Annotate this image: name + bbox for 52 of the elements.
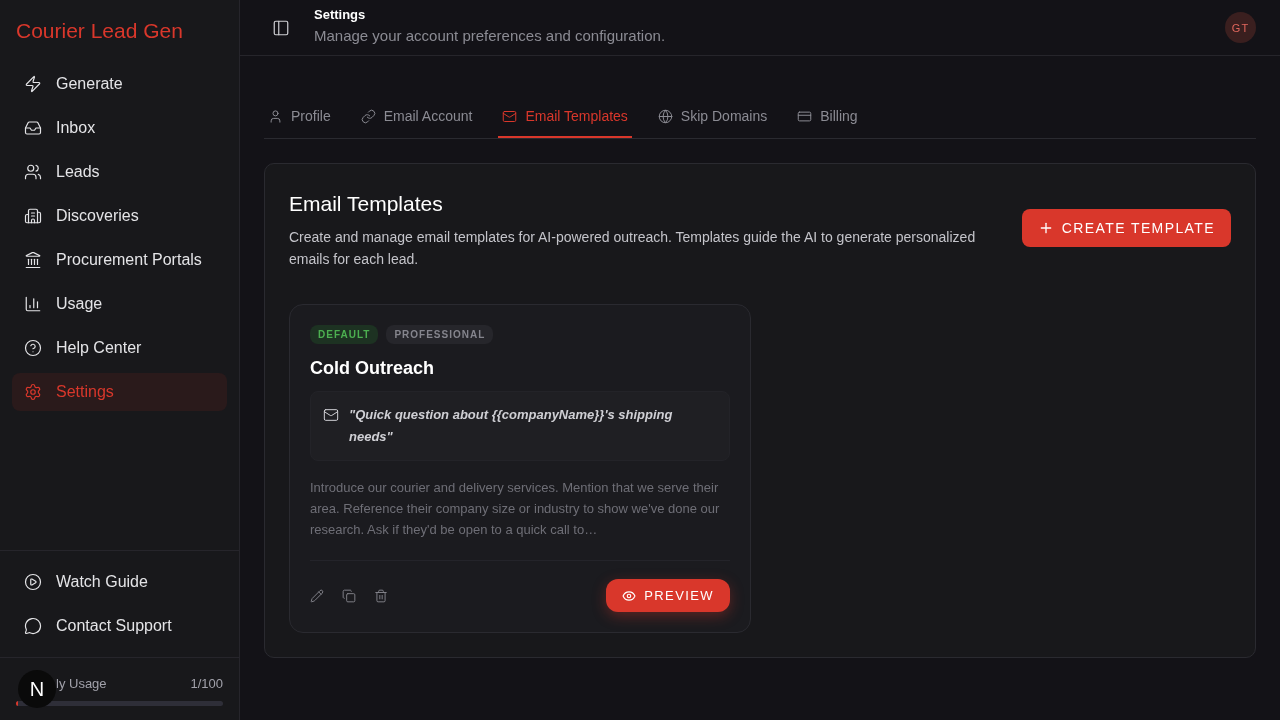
sidebar-item[interactable]: Contact Support [12, 607, 227, 645]
usage-label: ly Usage [56, 676, 107, 691]
globe-icon [657, 108, 673, 124]
panel-description: Create and manage email templates for AI-powered outreach. Templates guide the AI to generate personalized emails for each lead. [289, 228, 977, 269]
play-icon [24, 573, 42, 591]
copy-button[interactable] [342, 588, 356, 603]
sidebar-item[interactable]: Discoveries [12, 197, 227, 235]
template-subject: "Quick question about {{companyName}}'s shipping needs" [349, 406, 674, 446]
sidebar-item[interactable]: Help Center [12, 329, 227, 367]
credit-card-icon [797, 108, 813, 124]
building-icon [24, 207, 42, 225]
settings-tab[interactable]: Profile [264, 100, 335, 138]
settings-tab[interactable]: Email Account [356, 100, 477, 138]
sidebar-item[interactable]: Inbox [12, 109, 227, 147]
dev-badge[interactable]: N [18, 670, 56, 708]
link-icon [360, 108, 376, 124]
sidebar-toggle-button[interactable] [272, 18, 290, 37]
sidebar-item[interactable]: Settings [12, 373, 227, 411]
template-tag: PROFESSIONAL [386, 325, 494, 344]
delete-button[interactable] [374, 588, 388, 603]
mail-icon [323, 407, 339, 423]
lightning-icon [24, 75, 42, 93]
bank-icon [24, 251, 42, 269]
users-icon [24, 163, 42, 181]
eye-icon [622, 588, 637, 603]
template-body: Introduce our courier and delivery services. Mention that we serve their area. Reference their company size or industry to show we've done our research. Ask if they'd be open to a quick call to… [310, 477, 730, 561]
template-tag: DEFAULT [310, 325, 379, 344]
user-avatar[interactable]: GT [1225, 12, 1256, 43]
chat-bubble-icon [24, 617, 42, 635]
mail-icon [502, 108, 518, 124]
template-name: Cold Outreach [310, 358, 435, 379]
settings-icon [24, 383, 42, 401]
settings-tab[interactable]: Skip Domains [653, 100, 772, 138]
help-icon [24, 339, 42, 357]
settings-tab[interactable]: Billing [793, 100, 862, 138]
page-subtitle: Manage your account preferences and configuration. [314, 27, 667, 44]
sidebar-item[interactable]: Generate [12, 65, 227, 103]
sidebar-item[interactable]: Watch Guide [12, 563, 227, 601]
inbox-icon [24, 119, 42, 137]
sidebar-item[interactable]: Procurement Portals [12, 241, 227, 279]
bar-chart-icon [24, 295, 42, 313]
settings-tab[interactable]: Email Templates [498, 100, 632, 138]
page-title: Settings [314, 7, 367, 22]
usage-count: 1/100 [190, 676, 223, 691]
app-brand: Courier Lead Gen [15, 18, 184, 44]
sidebar-item[interactable]: Leads [12, 153, 227, 191]
sidebar-item[interactable]: Usage [12, 285, 227, 323]
create-template-button[interactable]: CREATE TEMPLATE [1021, 209, 1231, 247]
edit-button[interactable] [310, 588, 324, 603]
preview-button[interactable]: PREVIEW [606, 579, 730, 612]
user-icon [268, 108, 283, 124]
panel-title: Email Templates [289, 192, 444, 216]
